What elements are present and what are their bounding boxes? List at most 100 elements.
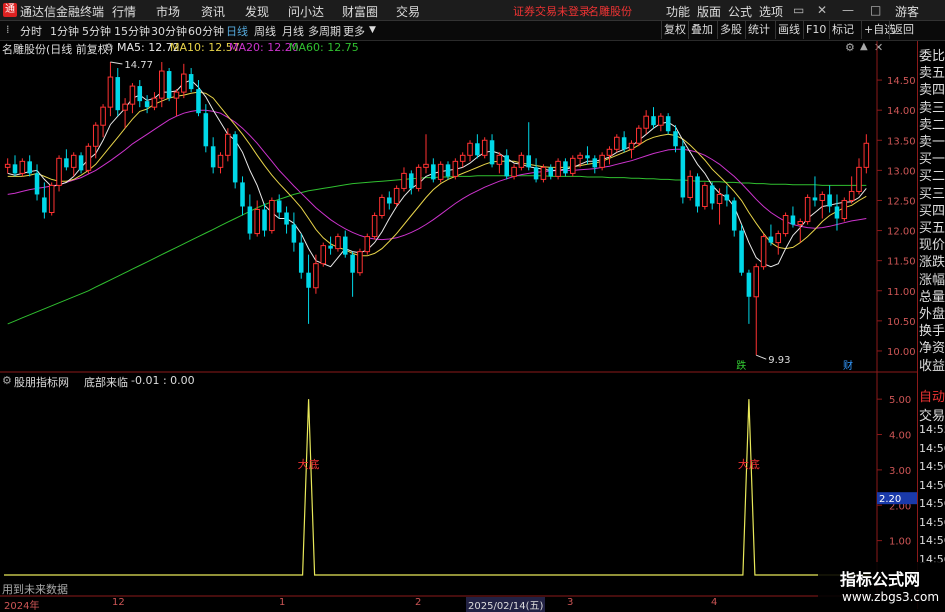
candle-body <box>665 116 671 132</box>
quote-row-label: 买二 <box>919 169 945 185</box>
minimize-icon[interactable]: — <box>842 3 854 17</box>
candle-body <box>695 176 700 207</box>
indicator-axis: 5.00 4.00 3.00 2.00 1.00 2.20 <box>877 395 917 548</box>
period-more-arrow-icon[interactable]: ▼ <box>369 25 376 35</box>
menu-news[interactable]: 资讯 <box>201 3 225 20</box>
candle <box>680 140 686 204</box>
candle <box>658 113 664 132</box>
candle <box>393 185 400 207</box>
app-title: 通达信金融终端 <box>20 5 105 19</box>
candle <box>364 233 371 255</box>
indicator-name: 底部来临 <box>84 376 128 389</box>
candle <box>819 191 826 219</box>
candle-body <box>585 155 590 159</box>
legend-gear-icon[interactable]: ⚙ <box>104 41 114 54</box>
candle-body <box>12 164 18 174</box>
indicator-tick-label: 5.00 <box>889 395 911 406</box>
period-15min[interactable]: 15分钟 <box>114 23 150 39</box>
candle-body <box>387 197 392 204</box>
maximize-icon[interactable]: □ <box>870 3 881 17</box>
candle-body <box>107 76 114 108</box>
candle <box>746 269 752 324</box>
period-60min[interactable]: 60分钟 <box>188 23 224 39</box>
indicator-gear-icon[interactable]: ⚙ <box>2 374 12 387</box>
watermark-url: www.zbgs3.com <box>842 590 940 604</box>
candle <box>431 158 436 183</box>
candle <box>511 164 517 180</box>
restore-icon[interactable]: ▭ <box>793 3 804 17</box>
menu-options[interactable]: 选项 <box>759 3 783 20</box>
quote-row-label: 卖三 <box>919 100 945 116</box>
tool-draw[interactable]: 画线 <box>775 21 800 39</box>
period-daily[interactable]: 日线 <box>226 23 248 39</box>
candle <box>159 62 165 108</box>
period-1min[interactable]: 1分钟 <box>50 23 79 39</box>
tool-back[interactable]: 返回 <box>889 21 914 39</box>
candle-body <box>401 172 407 189</box>
ma20-line <box>7 109 867 241</box>
candle-body <box>739 230 744 273</box>
period-multi[interactable]: 多周期 <box>308 23 341 39</box>
candle-body <box>702 184 708 207</box>
candle <box>687 170 693 201</box>
time-label-jan: 1 <box>279 597 286 608</box>
candle <box>181 63 187 99</box>
period-toolbar: ⁞ 分时 1分钟 5分钟 15分钟 30分钟 60分钟 日线 周线 月线 多周期… <box>0 21 945 41</box>
period-monthly[interactable]: 月线 <box>282 23 304 39</box>
candle <box>78 152 84 174</box>
candle <box>526 122 532 171</box>
price-tick-label: 13.00 <box>887 166 916 177</box>
toolbar-pin-icon[interactable]: ⁞ <box>6 23 10 36</box>
menu-function[interactable]: 功能 <box>666 3 690 20</box>
candle <box>247 194 253 240</box>
quote-row-label: 委比 <box>919 49 945 64</box>
candle-body <box>812 197 818 201</box>
candle <box>665 113 671 135</box>
menu-quotes[interactable]: 行情 <box>112 3 136 20</box>
indicator-tick-label: 4.00 <box>889 431 911 442</box>
menu-trade[interactable]: 交易 <box>396 3 420 20</box>
tool-overlay[interactable]: 叠加 <box>688 21 713 39</box>
candle <box>269 197 275 234</box>
tool-multi-stock[interactable]: 多股 <box>717 21 742 39</box>
close-icon[interactable]: ✕ <box>817 3 827 17</box>
tool-statistics[interactable]: 统计 <box>745 21 770 39</box>
candle-body <box>56 157 62 186</box>
pane-expand-icon[interactable]: ▲ <box>860 41 868 52</box>
period-intraday[interactable]: 分时 <box>20 23 42 39</box>
tool-f10[interactable]: F10 <box>803 21 826 39</box>
quote-row-label: 现价 <box>919 238 945 254</box>
pane-close-icon[interactable]: ✕ <box>874 41 883 54</box>
candle <box>614 134 620 153</box>
candle <box>673 125 678 153</box>
menu-formula[interactable]: 公式 <box>728 3 752 20</box>
menu-discover[interactable]: 发现 <box>245 3 269 20</box>
period-30min[interactable]: 30分钟 <box>151 23 187 39</box>
chart-settings-icon[interactable]: ⚙ <box>845 41 855 54</box>
menu-wealth-circle[interactable]: 财富圈 <box>342 3 378 20</box>
period-more[interactable]: 更多 <box>343 23 365 39</box>
menu-layout[interactable]: 版面 <box>697 3 721 20</box>
candle-body <box>173 91 180 99</box>
period-weekly[interactable]: 周线 <box>254 23 276 39</box>
candle <box>173 89 180 117</box>
candle <box>92 122 99 159</box>
high-pointer <box>110 61 123 65</box>
guest-login[interactable]: 游客 <box>895 3 919 20</box>
period-5min[interactable]: 5分钟 <box>82 23 111 39</box>
candle-body <box>511 166 517 177</box>
signal-line <box>4 399 870 576</box>
candle <box>27 155 32 177</box>
candle-body <box>526 155 532 168</box>
login-notice[interactable]: 证券交易未登录 <box>513 3 590 19</box>
tool-mark[interactable]: 标记 <box>829 21 854 39</box>
menu-market[interactable]: 市场 <box>156 3 180 20</box>
tool-adjust[interactable]: 复权 <box>661 21 686 39</box>
candle <box>848 176 855 204</box>
candle-body <box>188 74 194 90</box>
candle <box>56 155 62 192</box>
menu-assistant[interactable]: 问小达 <box>288 3 324 20</box>
candle <box>606 146 613 165</box>
indicator-side-label[interactable]: 自动 <box>919 386 945 405</box>
candle <box>254 200 260 237</box>
